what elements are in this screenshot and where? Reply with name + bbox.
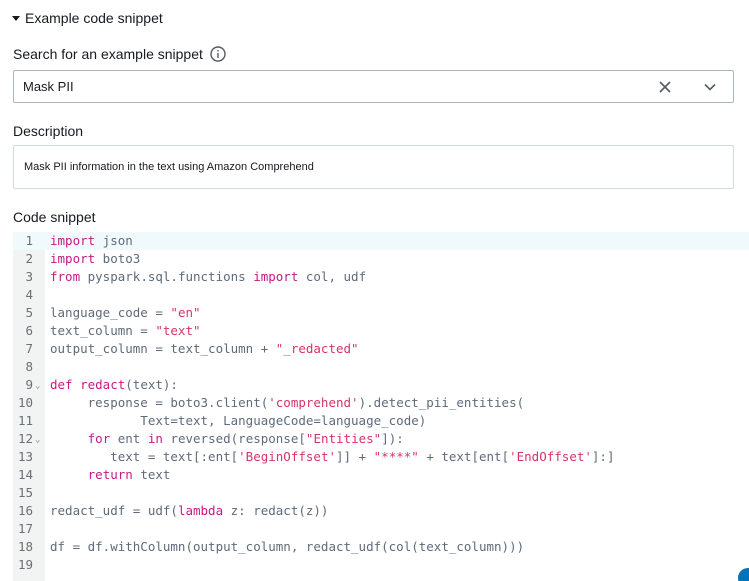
code-line[interactable]: 13 text = text[:ent['BeginOffset']] + "*… bbox=[13, 448, 749, 466]
description-box: Mask PII information in the text using A… bbox=[13, 145, 734, 189]
code-line[interactable]: 7 output_column = text_column + "_redacte… bbox=[13, 340, 749, 358]
description-text: Mask PII information in the text using A… bbox=[24, 161, 314, 173]
search-label-text: Search for an example snippet bbox=[13, 46, 203, 62]
code-line[interactable]: 9 ⌄ def redact(text): bbox=[13, 376, 749, 394]
line-number: 13 bbox=[17, 449, 33, 464]
code-text: Text=text, LanguageCode=language_code) bbox=[50, 413, 427, 428]
chevron-down-icon[interactable] bbox=[704, 83, 716, 91]
code-text: def redact(text): bbox=[50, 377, 178, 392]
code-line[interactable]: 5 language_code = "en" bbox=[13, 304, 749, 322]
code-line[interactable]: 18 df = df.withColumn(output_column, reda… bbox=[13, 538, 749, 556]
line-number: 17 bbox=[17, 521, 33, 536]
line-number: 10 bbox=[17, 395, 33, 410]
line-number: 18 bbox=[17, 539, 33, 554]
description-label: Description bbox=[13, 123, 84, 139]
line-number: 12 bbox=[17, 431, 33, 446]
caret-down-icon bbox=[12, 16, 20, 21]
code-text: text = text[:ent['BeginOffset']] + "****… bbox=[50, 449, 615, 464]
code-line[interactable]: 11 Text=text, LanguageCode=language_code… bbox=[13, 412, 749, 430]
line-number: 1 bbox=[25, 233, 33, 248]
line-number: 14 bbox=[17, 467, 33, 482]
line-number: 15 bbox=[17, 485, 33, 500]
fold-chevron-icon[interactable]: ⌄ bbox=[35, 431, 40, 449]
code-text: language_code = "en" bbox=[50, 305, 201, 320]
code-line[interactable]: 12 ⌄ for ent in reversed(response["Entiti… bbox=[13, 430, 749, 448]
snippet-search-select[interactable]: Mask PII bbox=[13, 70, 734, 103]
code-line[interactable]: 10 response = boto3.client('comprehend')… bbox=[13, 394, 749, 412]
line-number: 11 bbox=[17, 413, 33, 428]
code-editor[interactable]: 1 import json 2 import boto3 3 from pyspark.s… bbox=[13, 232, 749, 581]
close-icon[interactable] bbox=[658, 80, 672, 94]
line-number: 19 bbox=[17, 557, 33, 572]
line-number: 2 bbox=[25, 251, 33, 266]
line-number: 8 bbox=[25, 359, 33, 374]
snippet-search-value: Mask PII bbox=[23, 79, 74, 94]
code-text: output_column = text_column + "_redacted… bbox=[50, 341, 359, 356]
line-number: 16 bbox=[17, 503, 33, 518]
code-line[interactable]: 8 bbox=[13, 358, 749, 376]
code-text: import boto3 bbox=[50, 251, 141, 266]
code-text: return text bbox=[87, 467, 171, 482]
code-line[interactable]: 14 return text bbox=[13, 466, 749, 484]
code-line[interactable]: 16 redact_udf = udf(lambda z: redact(z)) bbox=[13, 502, 749, 520]
code-text: import json bbox=[50, 233, 133, 248]
line-number: 9 bbox=[25, 377, 33, 392]
code-text: redact_udf = udf(lambda z: redact(z)) bbox=[50, 503, 329, 518]
code-line[interactable]: 15 bbox=[13, 484, 749, 502]
code-text: text_column = "text" bbox=[50, 323, 201, 338]
code-text: df = df.withColumn(output_column, redact… bbox=[50, 539, 525, 554]
code-text: for ent in reversed(response["Entities"]… bbox=[87, 431, 404, 446]
section-title: Example code snippet bbox=[25, 10, 163, 26]
code-text: from pyspark.sql.functions import col, u… bbox=[50, 269, 367, 284]
line-number: 7 bbox=[25, 341, 33, 356]
code-line[interactable]: 19 bbox=[13, 556, 749, 574]
info-icon[interactable] bbox=[210, 46, 226, 62]
code-line[interactable]: 1 import json bbox=[13, 232, 749, 250]
line-number: 5 bbox=[25, 305, 33, 320]
search-label: Search for an example snippet bbox=[13, 46, 226, 62]
code-line[interactable]: 3 from pyspark.sql.functions import col, … bbox=[13, 268, 749, 286]
line-number: 4 bbox=[25, 287, 33, 302]
code-line[interactable]: 17 bbox=[13, 520, 749, 538]
code-line[interactable]: 6 text_column = "text" bbox=[13, 322, 749, 340]
code-line[interactable]: 4 bbox=[13, 286, 749, 304]
line-number: 3 bbox=[25, 269, 33, 284]
fold-chevron-icon[interactable]: ⌄ bbox=[35, 377, 40, 395]
line-number: 6 bbox=[25, 323, 33, 338]
code-snippet-label: Code snippet bbox=[13, 209, 96, 225]
code-text: response = boto3.client('comprehend').de… bbox=[50, 395, 525, 410]
example-snippet-toggle[interactable]: Example code snippet bbox=[12, 9, 163, 27]
code-line[interactable]: 2 import boto3 bbox=[13, 250, 749, 268]
